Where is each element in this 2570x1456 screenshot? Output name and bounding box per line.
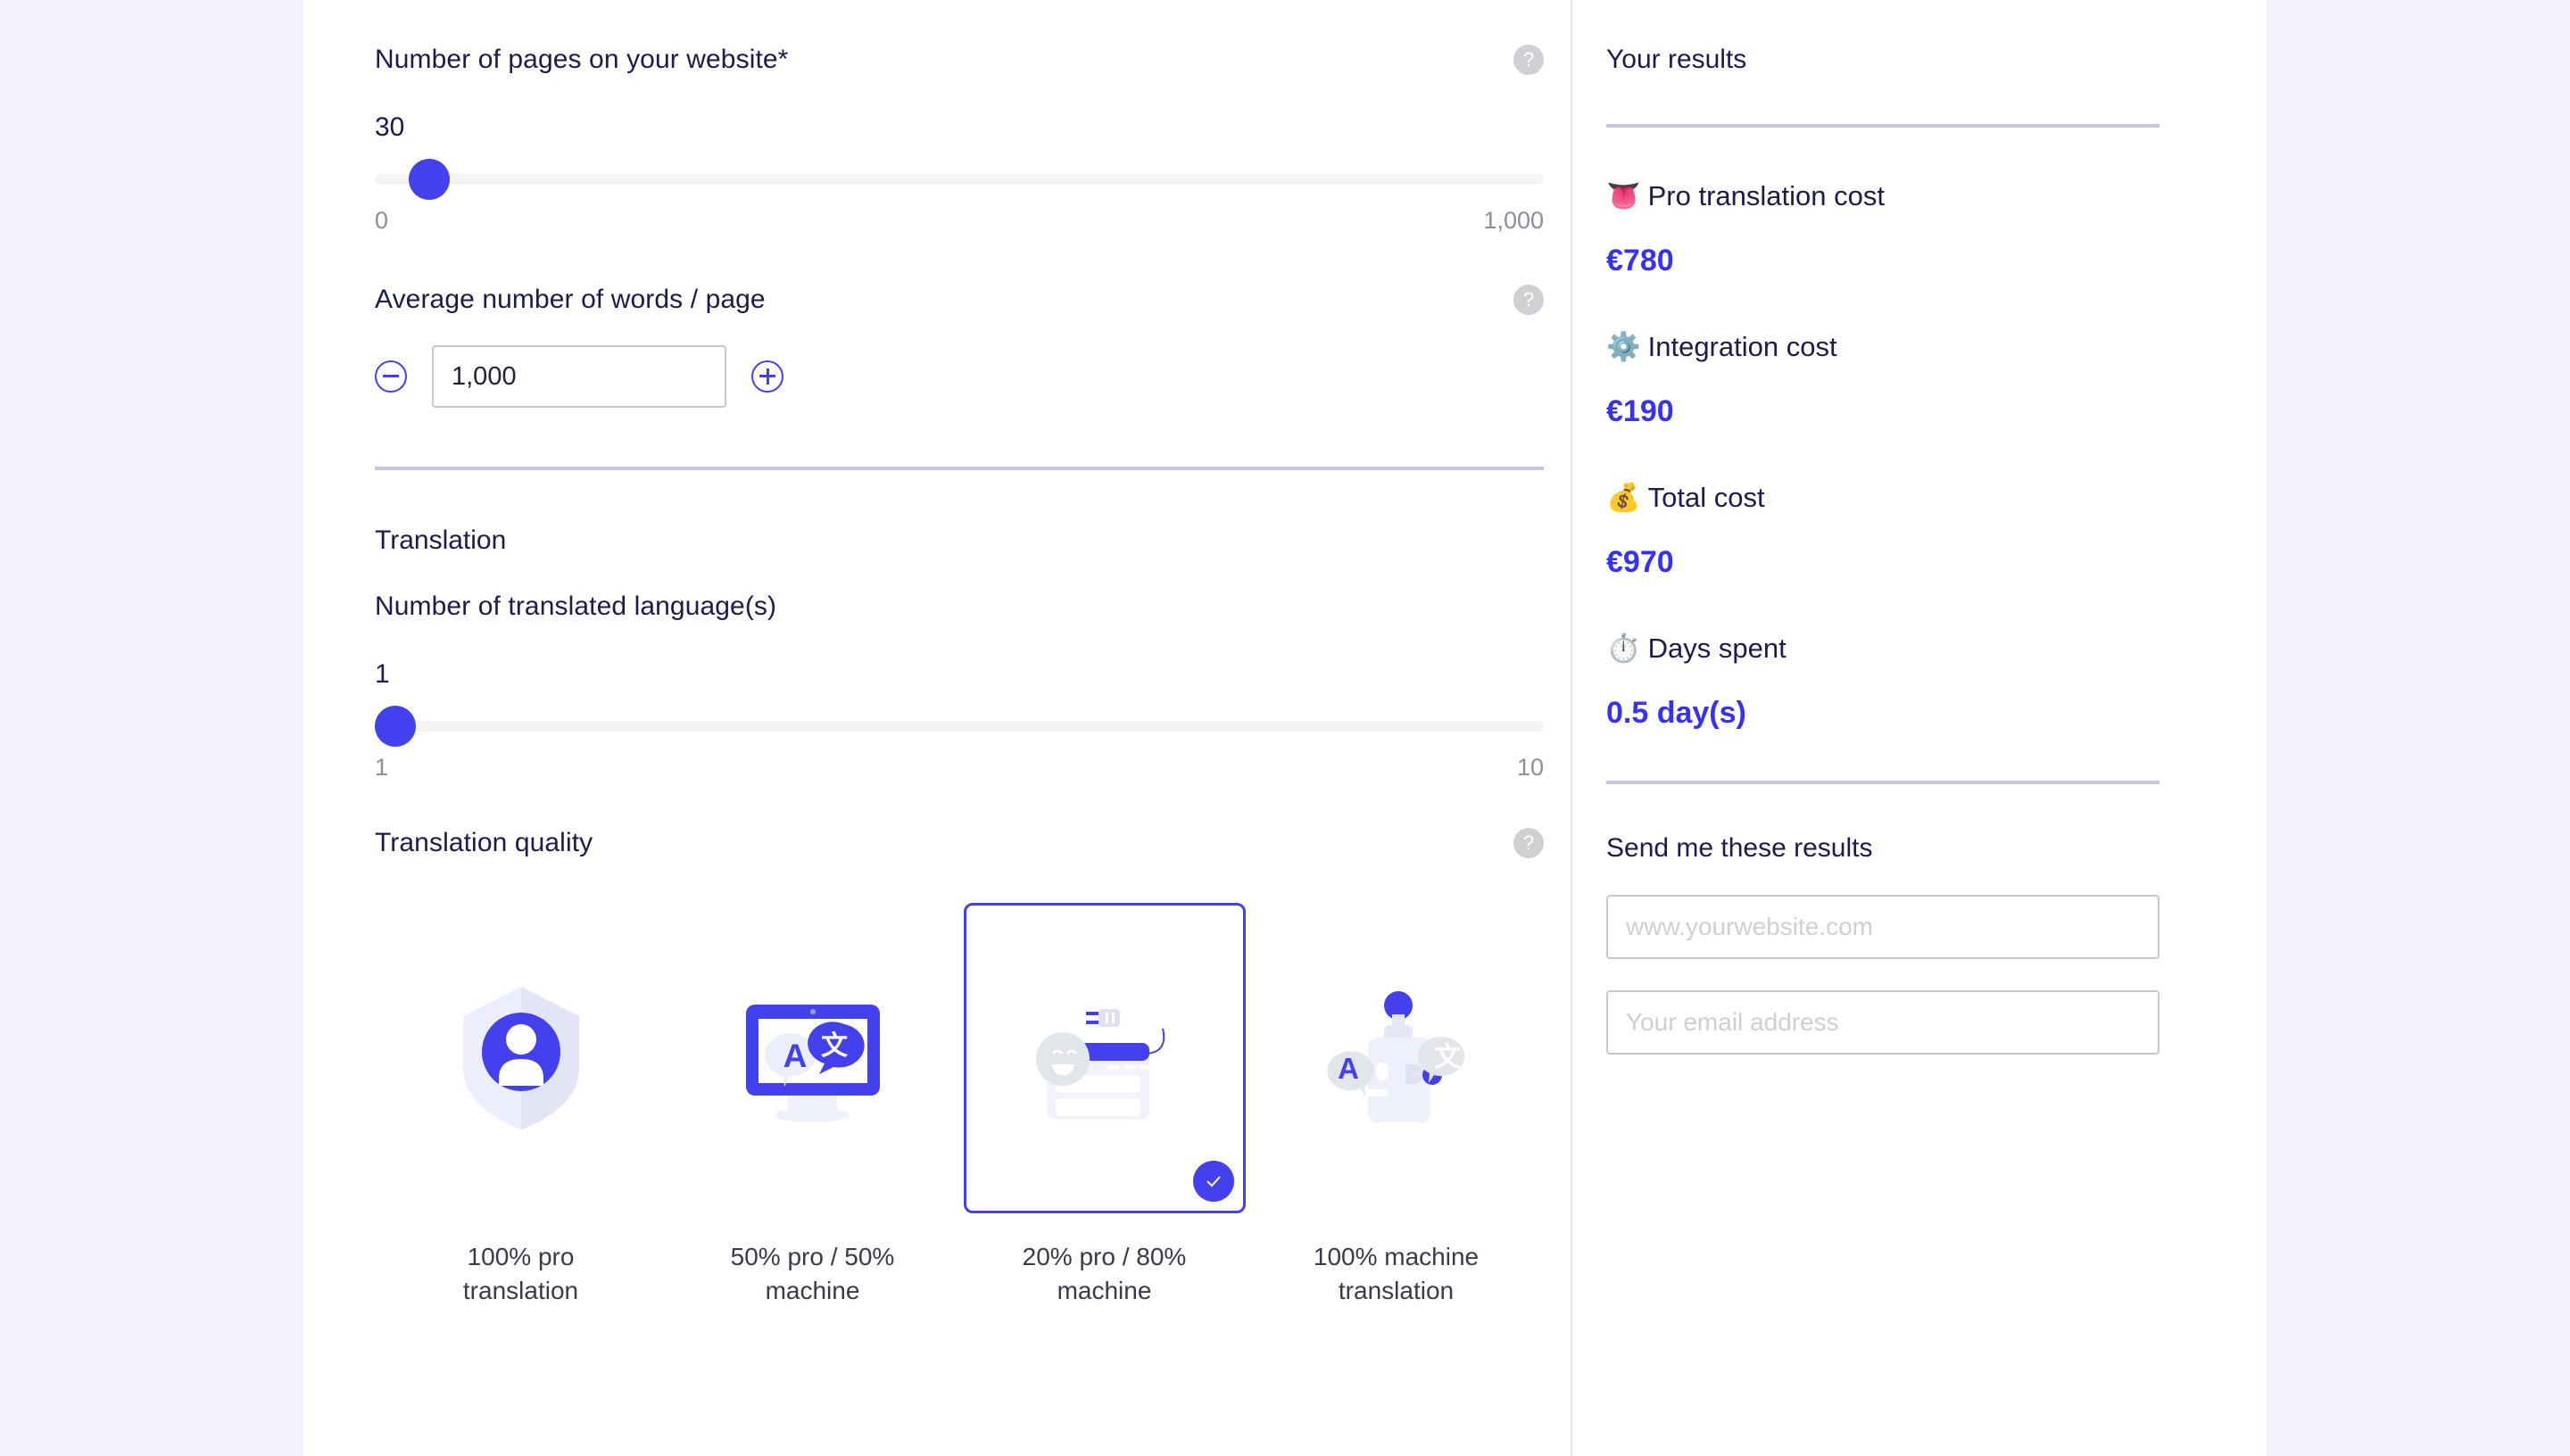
translation-section-title: Translation xyxy=(375,525,507,555)
result-value: €190 xyxy=(1606,394,1674,428)
pages-slider-range: 0 1,000 xyxy=(375,207,1544,235)
pages-slider-max: 1,000 xyxy=(1483,207,1544,234)
result-row-integration-cost: ⚙️ Integration cost €190 xyxy=(1606,330,2267,429)
page-root: Number of pages on your website* ? 30 0 … xyxy=(0,0,2570,1456)
svg-text:文: 文 xyxy=(1434,1042,1461,1072)
words-field: Average number of words / page ? xyxy=(375,285,1544,408)
calculator-card: Number of pages on your website* ? 30 0 … xyxy=(303,0,2267,1456)
result-label-wrap: ⚙️ Integration cost xyxy=(1606,330,2267,363)
quality-option-20-80[interactable]: 20% pro / 80% machine xyxy=(958,903,1250,1308)
quality-option-100-pro[interactable]: 100% pro translation xyxy=(375,903,667,1308)
results-title: Your results xyxy=(1606,45,1747,74)
result-label-wrap: 👅 Pro translation cost xyxy=(1606,179,2267,212)
svg-text:A: A xyxy=(1338,1052,1359,1085)
result-label-wrap: ⏱️ Days spent xyxy=(1606,632,2267,665)
quality-options: 100% pro translation A 文 50% pro / 50% m… xyxy=(375,903,1544,1308)
section-divider xyxy=(375,467,1544,470)
tongue-icon: 👅 xyxy=(1606,180,1641,211)
quality-option-art xyxy=(963,903,1246,1213)
languages-slider-range: 1 10 xyxy=(375,754,1544,782)
robot-translate-icon: A 文 xyxy=(1326,991,1464,1122)
monitor-translate-icon: A 文 xyxy=(746,1004,880,1122)
pages-slider-min: 0 xyxy=(375,207,389,234)
pages-slider[interactable] xyxy=(375,159,1544,200)
email-input[interactable] xyxy=(1606,990,2160,1055)
pages-current-value: 30 xyxy=(375,112,405,142)
languages-slider-min: 1 xyxy=(375,754,389,781)
pages-label-row: Number of pages on your website* ? xyxy=(375,45,1544,75)
languages-field-label: Number of translated language(s) xyxy=(375,592,777,621)
result-label: Days spent xyxy=(1647,632,1787,664)
pages-slider-thumb[interactable] xyxy=(408,159,450,200)
words-stepper xyxy=(375,345,1535,408)
result-value: 0.5 day(s) xyxy=(1606,696,1746,730)
results-top-divider xyxy=(1606,124,2160,128)
question-mark-icon[interactable]: ? xyxy=(1513,828,1544,858)
quality-option-label: 50% pro / 50% machine xyxy=(730,1243,895,1304)
form-column: Number of pages on your website* ? 30 0 … xyxy=(303,0,1572,1456)
increment-button[interactable] xyxy=(751,360,783,393)
shield-person-icon xyxy=(462,987,579,1129)
decrement-button[interactable] xyxy=(375,360,407,393)
send-results-title: Send me these results xyxy=(1606,833,1873,863)
words-label-row: Average number of words / page ? xyxy=(375,285,1544,315)
result-row-days-spent: ⏱️ Days spent 0.5 day(s) xyxy=(1606,632,2267,731)
results-bottom-divider xyxy=(1606,781,2160,784)
languages-slider-track[interactable] xyxy=(375,721,1544,732)
quality-option-art: A 文 xyxy=(1256,903,1538,1213)
result-label-wrap: 💰 Total cost xyxy=(1606,481,2267,514)
quality-option-100-machine[interactable]: A 文 100% machine translation xyxy=(1250,903,1542,1308)
pages-slider-track[interactable] xyxy=(375,174,1544,185)
quality-option-50-50[interactable]: A 文 50% pro / 50% machine xyxy=(667,903,958,1308)
website-input[interactable] xyxy=(1606,895,2160,959)
result-row-total-cost: 💰 Total cost €970 xyxy=(1606,481,2267,580)
result-value: €780 xyxy=(1606,244,1674,277)
words-per-page-input[interactable] xyxy=(432,345,726,408)
languages-slider[interactable] xyxy=(375,706,1544,747)
pages-field-label: Number of pages on your website* xyxy=(375,45,789,74)
result-value: €970 xyxy=(1606,545,1674,579)
svg-text:文: 文 xyxy=(821,1030,848,1061)
question-mark-icon[interactable]: ? xyxy=(1513,45,1544,75)
quality-option-art: A 文 xyxy=(672,903,954,1213)
quality-option-label: 20% pro / 80% machine xyxy=(1022,1243,1187,1304)
money-bag-icon: 💰 xyxy=(1606,482,1641,513)
results-column: Your results 👅 Pro translation cost €780… xyxy=(1571,0,2267,1456)
result-row-pro-cost: 👅 Pro translation cost €780 xyxy=(1606,179,2267,278)
languages-slider-thumb[interactable] xyxy=(375,706,416,747)
gear-icon: ⚙️ xyxy=(1606,331,1641,362)
quality-option-art xyxy=(380,903,662,1213)
stopwatch-icon: ⏱️ xyxy=(1606,633,1641,664)
quality-option-label: 100% machine translation xyxy=(1313,1243,1480,1304)
result-label: Total cost xyxy=(1647,481,1765,513)
quality-label-row: Translation quality ? xyxy=(375,828,1544,858)
pages-field: Number of pages on your website* ? 30 0 … xyxy=(375,45,1544,235)
words-field-label: Average number of words / page xyxy=(375,285,766,314)
question-mark-icon[interactable]: ? xyxy=(1513,285,1544,315)
languages-field: Number of translated language(s) 1 1 10 xyxy=(375,592,1544,782)
plugin-smiley-icon xyxy=(1035,1009,1165,1120)
quality-field: Translation quality ? 100% pro translati… xyxy=(375,828,1544,1308)
result-label: Integration cost xyxy=(1647,330,1837,362)
svg-text:A: A xyxy=(783,1038,808,1074)
quality-field-label: Translation quality xyxy=(375,828,593,857)
languages-current-value: 1 xyxy=(375,659,390,689)
quality-option-label: 100% pro translation xyxy=(462,1243,579,1304)
check-icon xyxy=(1192,1161,1234,1202)
languages-slider-max: 10 xyxy=(1516,754,1544,781)
result-label: Pro translation cost xyxy=(1647,179,1885,211)
